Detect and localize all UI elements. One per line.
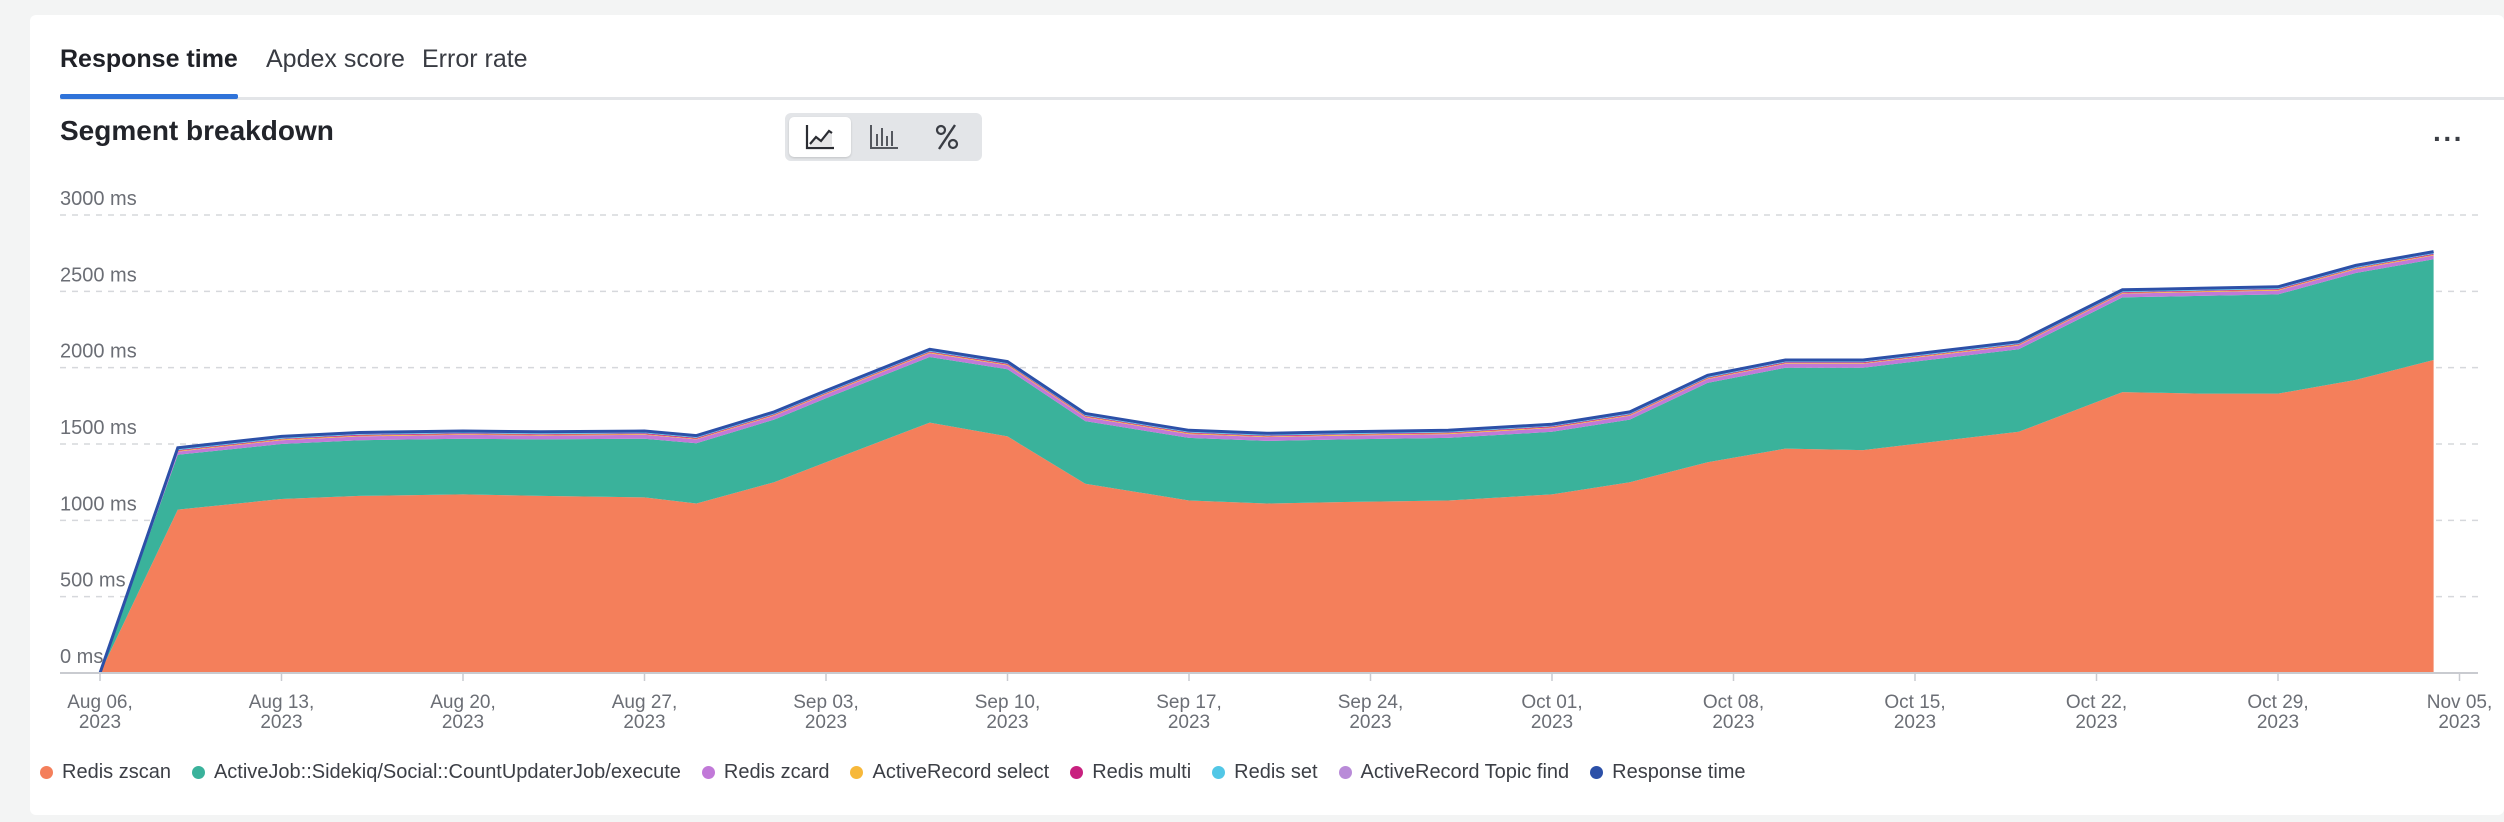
x-tick-label: Sep 17, — [1156, 692, 1222, 713]
legend-item[interactable]: Redis set — [1212, 757, 1318, 787]
y-tick-label: 500 ms — [60, 570, 126, 592]
x-tick-label: 2023 — [2257, 712, 2299, 733]
y-tick-label: 1500 ms — [60, 417, 137, 439]
x-tick-label: 2023 — [79, 712, 121, 733]
x-tick-label: Nov 05, — [2427, 692, 2492, 713]
x-tick-label: 2023 — [1712, 712, 1754, 733]
x-tick-label: 2023 — [623, 712, 665, 733]
legend-label: Response time — [1612, 760, 1746, 783]
x-tick-label: Oct 15, — [1884, 692, 1945, 713]
y-tick-label: 3000 ms — [60, 188, 137, 210]
legend-swatch — [1338, 765, 1352, 779]
legend-swatch — [850, 765, 864, 779]
legend-swatch — [191, 765, 205, 779]
legend-label: ActiveRecord select — [872, 760, 1050, 783]
legend-item[interactable]: Redis zcard — [701, 757, 830, 787]
x-tick-label: Oct 22, — [2066, 692, 2127, 713]
x-tick-label: Sep 24, — [1338, 692, 1404, 713]
x-tick-label: Sep 03, — [793, 692, 859, 713]
chart-legend: Redis zscan ActiveJob::Sidekiq/Social::Co… — [40, 757, 1767, 787]
y-tick-label: 1000 ms — [60, 493, 137, 515]
legend-label: Redis zcard — [723, 760, 830, 783]
legend-item[interactable]: ActiveRecord Topic find — [1338, 757, 1570, 787]
y-tick-label: 2000 ms — [60, 341, 137, 363]
legend-label: ActiveJob::Sidekiq/Social::CountUpdaterJ… — [213, 760, 681, 783]
legend-item[interactable]: ActiveRecord select — [850, 757, 1049, 787]
legend-label: Redis set — [1234, 760, 1318, 783]
x-tick-label: 2023 — [805, 712, 847, 733]
legend-item[interactable]: ActiveJob::Sidekiq/Social::CountUpdaterJ… — [191, 757, 681, 787]
x-tick-label: 2023 — [2075, 712, 2117, 733]
x-tick-label: Aug 13, — [249, 692, 315, 713]
x-tick-label: Aug 20, — [430, 692, 496, 713]
legend-item[interactable]: Redis zscan — [40, 757, 171, 787]
x-tick-label: 2023 — [260, 712, 302, 733]
legend-swatch — [701, 765, 715, 779]
x-tick-label: Oct 08, — [1703, 692, 1764, 713]
x-tick-label: Aug 27, — [612, 692, 678, 713]
legend-label: ActiveRecord Topic find — [1360, 760, 1570, 783]
legend-item[interactable]: Redis multi — [1070, 757, 1191, 787]
legend-swatch — [1070, 765, 1084, 779]
x-tick-label: 2023 — [2438, 712, 2480, 733]
y-tick-label: 2500 ms — [60, 264, 137, 286]
x-tick-label: 2023 — [986, 712, 1028, 733]
x-tick-label: 2023 — [1168, 712, 1210, 733]
legend-swatch — [1590, 765, 1604, 779]
legend-label: Redis zscan — [62, 760, 171, 783]
x-tick-label: Sep 10, — [975, 692, 1041, 713]
y-tick-label: 0 ms — [60, 646, 103, 668]
legend-label: Redis multi — [1092, 760, 1192, 783]
x-tick-label: 2023 — [1894, 712, 1936, 733]
chart-area: 0 ms 500 ms 1000 ms 1500 ms 2000 ms 2500 ms 30… — [60, 188, 2492, 733]
legend-item[interactable]: Response time — [1590, 757, 1746, 787]
x-tick-label: 2023 — [1349, 712, 1391, 733]
x-tick-label: Oct 01, — [1521, 692, 1582, 713]
x-tick-label: Oct 29, — [2247, 692, 2308, 713]
legend-swatch — [1212, 765, 1226, 779]
x-tick-label: Aug 06, — [67, 692, 133, 713]
x-tick-label: 2023 — [1531, 712, 1573, 733]
x-tick-label: 2023 — [442, 712, 484, 733]
legend-swatch — [40, 765, 53, 779]
